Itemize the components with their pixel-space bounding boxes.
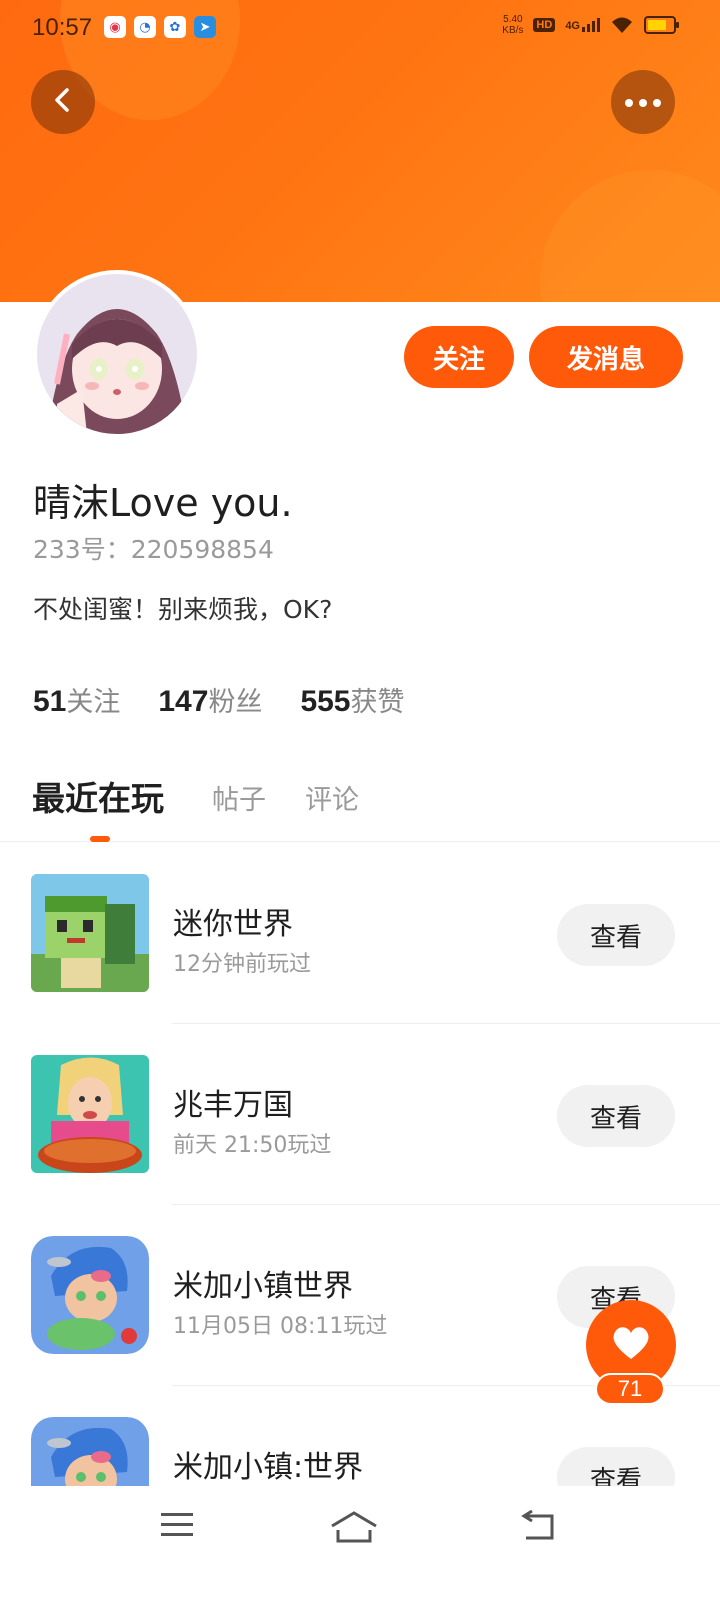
tab-comments[interactable]: 评论 (305, 778, 359, 817)
active-tab-indicator (90, 836, 110, 842)
game-icon-toca-world (31, 1236, 149, 1354)
game-row[interactable]: 兆丰万国 前天 21:50玩过 查看 (0, 1025, 720, 1205)
telegram-icon: ➤ (194, 16, 216, 38)
stat-likes[interactable]: 555获赞 (300, 680, 404, 719)
user-id: 233号：220598854 (33, 535, 274, 564)
net-speed-unit: KB/s (502, 25, 524, 36)
game-last-played: 12分钟前玩过 (173, 952, 311, 977)
game-icon-mini-world (31, 874, 149, 992)
game-name: 米加小镇世界 (173, 1269, 353, 1304)
network-type: 4G (565, 20, 580, 32)
net-speed-value: 5.40 (503, 14, 523, 25)
chevron-left-icon (49, 86, 77, 118)
avatar[interactable] (33, 270, 201, 438)
net-speed: 5.40 KB/s (502, 14, 523, 36)
profile-tabs: 最近在玩 帖子 评论 (0, 772, 720, 842)
baidu-icon: ✿ (164, 16, 186, 38)
view-button[interactable]: 查看 (557, 904, 675, 966)
system-nav-bar (0, 1486, 720, 1600)
stat-followers[interactable]: 147粉丝 (158, 680, 262, 719)
more-button[interactable] (611, 70, 675, 134)
avatar-image (37, 274, 197, 434)
game-last-played: 11月05日 08:11玩过 (173, 1314, 388, 1339)
divider (172, 1204, 720, 1205)
game-name: 迷你世界 (173, 907, 293, 942)
stat-following[interactable]: 51关注 (33, 680, 120, 719)
game-row[interactable]: 迷你世界 12分钟前玩过 查看 (0, 844, 720, 1024)
banner-decoration (540, 170, 720, 302)
stat-number: 51 (33, 685, 67, 718)
bio: 不处闺蜜！别来烦我，OK? (33, 595, 333, 624)
notification-icons: ◉ ◔ ✿ ➤ (104, 16, 216, 38)
game-icon-zhaofeng (31, 1055, 149, 1173)
view-button[interactable]: 查看 (557, 1085, 675, 1147)
send-message-button[interactable]: 发消息 (529, 326, 683, 388)
wifi-icon (610, 15, 634, 35)
status-bar: 10:57 ◉ ◔ ✿ ➤ 5.40 KB/s HD 4G (0, 0, 720, 56)
browser-icon: ◔ (134, 16, 156, 38)
hd-badge: HD (533, 18, 556, 32)
stat-number: 147 (158, 685, 209, 718)
battery-icon (644, 15, 680, 35)
more-dots-icon (623, 93, 663, 112)
stat-number: 555 (300, 685, 351, 718)
back-button[interactable] (31, 70, 95, 134)
game-name: 米加小镇:世界 (173, 1450, 364, 1485)
stat-label: 关注 (66, 687, 121, 718)
stat-label: 粉丝 (208, 687, 263, 718)
status-indicators: 5.40 KB/s HD 4G (502, 14, 680, 36)
username: 晴沫Love you. (33, 481, 293, 525)
like-count: 71 (595, 1373, 665, 1405)
home-icon[interactable] (330, 1510, 378, 1548)
game-last-played: 前天 21:50玩过 (173, 1133, 332, 1158)
heart-icon (611, 1325, 651, 1365)
stat-label: 获赞 (350, 687, 405, 718)
profile-stats: 51关注 147粉丝 555获赞 (33, 680, 405, 719)
follow-button[interactable]: 关注 (404, 326, 514, 388)
game-name: 兆丰万国 (173, 1088, 293, 1123)
tab-posts[interactable]: 帖子 (212, 778, 266, 817)
signal-icon: 4G (565, 18, 600, 32)
status-time: 10:57 (32, 14, 93, 41)
divider (172, 1023, 720, 1024)
tab-recently-played[interactable]: 最近在玩 (32, 772, 164, 820)
back-icon[interactable] (520, 1509, 556, 1546)
menu-icon[interactable] (160, 1510, 194, 1544)
xiaohongshu-icon: ◉ (104, 16, 126, 38)
